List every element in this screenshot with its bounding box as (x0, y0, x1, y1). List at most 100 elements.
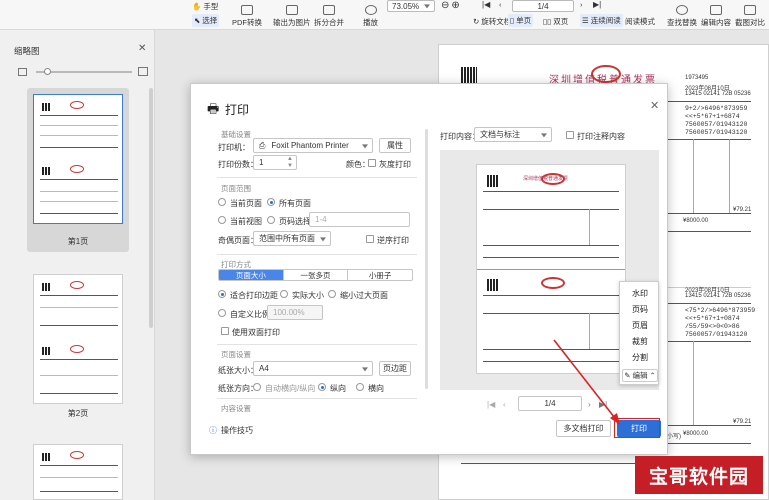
next-page-icon[interactable]: › (580, 0, 583, 9)
pdf-icon (241, 5, 253, 15)
play-button[interactable]: 播放 (363, 2, 378, 28)
zoom-select[interactable]: 73.05% (387, 0, 435, 12)
split-merge-button[interactable]: 拆分合并 (314, 2, 344, 28)
large-thumb-icon (138, 67, 148, 76)
chevron-down-icon (362, 366, 368, 371)
help-icon[interactable]: ⓘ (209, 425, 217, 436)
edit-content-button[interactable]: 编辑内容 (701, 2, 731, 28)
tab-booklet[interactable]: 小册子 (348, 270, 412, 280)
annotation-arrow (553, 339, 620, 425)
zoom-in-icon[interactable]: ⊕ (451, 0, 459, 11)
printer-icon: 🖶 (207, 101, 220, 116)
split-icon (323, 5, 335, 15)
menu-item-page-number[interactable]: 页码 (620, 301, 660, 317)
printer-select[interactable]: ⎙ Foxit Phantom Printer (253, 138, 373, 153)
screenshot-icon (744, 5, 756, 15)
single-page-icon: ▯ (510, 16, 515, 25)
page-label: 第2页 (67, 409, 89, 418)
page-label: 第1页 (67, 237, 89, 246)
tab-page-size[interactable]: 页面大小 (219, 270, 284, 280)
single-page-button[interactable]: ▯ 单页 (508, 14, 534, 27)
page-3-preview (33, 444, 123, 500)
settings-scrollbar[interactable] (425, 129, 428, 389)
chevron-down-icon (320, 236, 326, 241)
orientation-portrait-radio[interactable] (318, 383, 326, 391)
orientation-auto-radio[interactable] (253, 383, 261, 391)
main-toolbar: ✋ 手型 ⬉ 选择 PDF转换 输出为图片 拆分合并 播放 73.05% ⊖ ⊕ |◀… (0, 0, 769, 30)
page-select-radio[interactable] (267, 216, 275, 224)
double-page-icon: ▯▯ (543, 17, 552, 26)
page-1-preview (33, 94, 123, 224)
chevron-down-icon (362, 143, 368, 148)
image-icon (285, 5, 298, 15)
duplex-checkbox[interactable] (221, 327, 229, 335)
section-basic: 基础设置 (221, 130, 251, 139)
double-page-button[interactable]: ▯▯ 双页 (543, 16, 568, 27)
thumbnail-page-1[interactable]: 第1页 (27, 88, 129, 252)
tips-link[interactable]: 操作技巧 (221, 425, 253, 436)
thumbnail-page-2[interactable]: 第2页 (27, 272, 129, 428)
zoom-out-icon[interactable]: ⊖ (441, 0, 449, 11)
current-page-radio[interactable] (218, 198, 226, 206)
paper-size-select[interactable]: A4 (253, 361, 373, 376)
zoom-controls: ⊖ ⊕ (441, 0, 460, 11)
close-icon[interactable]: ✕ (650, 99, 659, 112)
tab-multi-page[interactable]: 一张多页 (284, 270, 349, 280)
export-image-button[interactable]: 输出为图片 (273, 2, 311, 28)
thumbnail-panel: 缩略图 ✕ 第1页 第2页 (0, 30, 155, 500)
dialog-title: 打印 (225, 103, 250, 117)
panel-title: 缩略图 (14, 46, 40, 56)
print-annotations-checkbox[interactable] (566, 131, 574, 139)
printer-properties-button[interactable]: 属性 (379, 138, 411, 153)
prev-page-icon[interactable]: ‹ (499, 0, 502, 9)
find-replace-button[interactable]: 查找替换 (667, 2, 697, 28)
screenshot-compare-button[interactable]: 截图对比 (735, 2, 765, 28)
search-icon (676, 5, 688, 15)
chevron-up-icon: ⌃ (649, 371, 656, 380)
menu-item-watermark[interactable]: 水印 (620, 285, 660, 301)
copies-input[interactable]: 1 ▲ ▼ (253, 155, 297, 170)
preview-prev-icon[interactable]: ‹ (503, 400, 506, 409)
thumbnail-page-3[interactable] (27, 442, 129, 500)
continuous-icon: ☰ (582, 16, 589, 25)
all-pages-radio[interactable] (267, 198, 275, 206)
reverse-print-checkbox[interactable] (366, 235, 374, 243)
rotate-icon: ↻ (473, 17, 480, 26)
read-mode-button[interactable]: 阅读模式 (625, 16, 655, 27)
annotation-highlight-box (614, 418, 660, 438)
page-2-preview (33, 274, 123, 404)
hand-icon: ✋ (192, 2, 202, 11)
hand-tool[interactable]: ✋ 手型 (192, 1, 218, 12)
custom-scale-input[interactable]: 100.00% (267, 305, 323, 320)
page-range-input[interactable]: 1-4 (309, 212, 410, 227)
printer-icon: ⎙ (259, 140, 266, 150)
orientation-landscape-radio[interactable] (356, 383, 364, 391)
select-tool[interactable]: ⬉ 选择 (192, 14, 220, 27)
grayscale-checkbox[interactable] (368, 159, 376, 167)
preview-first-icon[interactable]: |◀ (487, 400, 495, 409)
odd-even-select[interactable]: 范围中所有页面 (253, 231, 331, 246)
rotate-button[interactable]: ↻ 旋转文档 (473, 16, 511, 27)
pdf-convert-button[interactable]: PDF转换 (232, 2, 262, 28)
edit-icon (710, 5, 722, 15)
chevron-down-icon (541, 132, 547, 137)
close-icon[interactable]: ✕ (138, 43, 146, 54)
shrink-large-radio[interactable] (328, 290, 336, 298)
page-indicator[interactable]: 1/4 (512, 0, 574, 12)
panel-scrollbar[interactable] (149, 88, 153, 328)
play-icon (364, 5, 377, 15)
print-mode-tabs: 页面大小 一张多页 小册子 (218, 269, 413, 281)
first-page-icon[interactable]: |◀ (482, 0, 490, 9)
chevron-down-icon (424, 4, 430, 9)
current-view-radio[interactable] (218, 216, 226, 224)
continuous-read-button[interactable]: ☰ 连续阅读 (580, 14, 623, 27)
print-content-select[interactable]: 文档与标注 (474, 127, 552, 142)
invoice-stamp (591, 65, 621, 83)
fit-margin-radio[interactable] (218, 290, 226, 298)
slider-handle[interactable] (44, 68, 51, 75)
last-page-icon[interactable]: ▶| (593, 0, 601, 9)
stepper-icon[interactable]: ▲ ▼ (287, 156, 293, 170)
custom-scale-radio[interactable] (218, 309, 226, 317)
actual-size-radio[interactable] (280, 290, 288, 298)
page-margin-button[interactable]: 页边距 (379, 361, 411, 376)
